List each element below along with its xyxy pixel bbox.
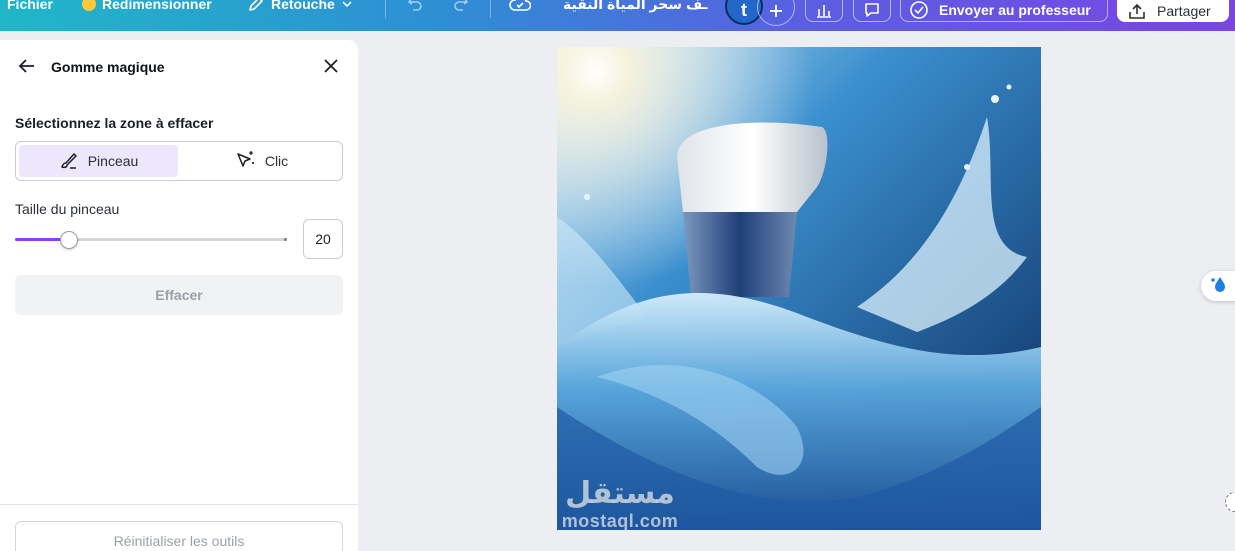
redo-icon: [452, 0, 470, 13]
share-label: Partager: [1157, 3, 1211, 19]
design-canvas-image[interactable]: [557, 47, 1041, 530]
brush-icon: [59, 150, 79, 173]
erase-button[interactable]: Effacer: [15, 275, 343, 315]
comment-icon: [863, 2, 881, 18]
back-button[interactable]: [16, 57, 38, 79]
file-menu-label: Fichier: [7, 0, 53, 12]
slider-thumb[interactable]: [60, 231, 78, 249]
edit-mode-dropdown[interactable]: Retouche: [247, 0, 353, 15]
reset-tools-button[interactable]: Réinitialiser les outils: [15, 521, 343, 551]
resize-label: Redimensionner: [102, 0, 212, 12]
water-filter-product-image: [557, 47, 1041, 530]
cloud-save-button[interactable]: [509, 0, 531, 15]
panel-title: Gomme magique: [51, 59, 165, 75]
undo-icon: [406, 0, 424, 13]
pencil-icon: [247, 0, 265, 13]
panel-divider: [0, 504, 358, 505]
brush-size-label: Taille du pinceau: [15, 201, 120, 217]
click-mode-label: Clic: [264, 153, 289, 169]
magic-water-floating-button[interactable]: [1201, 271, 1235, 301]
share-upload-icon: [1127, 2, 1147, 20]
undo-button[interactable]: [406, 0, 424, 15]
watermark-arabic: مستقل: [565, 476, 675, 511]
brush-size-slider[interactable]: [15, 231, 287, 249]
toolbar-divider: [490, 0, 491, 18]
click-mode-button[interactable]: Clic: [183, 145, 339, 177]
sparkle-drop-icon: [1209, 274, 1229, 299]
edge-handle[interactable]: [1225, 492, 1235, 512]
check-circle-icon: [909, 0, 929, 20]
edit-mode-label: Retouche: [271, 0, 335, 12]
panel-header: Gomme magique: [0, 40, 358, 94]
arrow-left-icon: [18, 57, 36, 80]
watermark-latin: mostaql.com: [561, 511, 679, 531]
avatar-initial: t: [741, 0, 747, 20]
add-collaborator-button[interactable]: [757, 0, 795, 26]
cloud-check-icon: [509, 0, 531, 13]
chevron-down-icon: [341, 0, 353, 10]
brush-size-input[interactable]: [303, 219, 343, 259]
send-to-teacher-label: Envoyer au professeur: [939, 2, 1091, 18]
insights-button[interactable]: [805, 0, 843, 22]
redo-button[interactable]: [452, 0, 470, 15]
magic-cursor-icon: [234, 149, 256, 174]
send-to-teacher-button[interactable]: Envoyer au professeur: [900, 0, 1108, 22]
erase-mode-toggle: Pinceau Clic: [15, 141, 343, 181]
document-title-text: ـف سحر المياة النقية: [563, 0, 708, 12]
brush-mode-label: Pinceau: [87, 153, 139, 169]
watermark: مستقل mostaql.com: [545, 477, 695, 537]
toolbar-divider: [385, 0, 386, 18]
top-toolbar: Fichier Redimensionner Retouche ـف سحر ا…: [0, 0, 1235, 31]
document-title[interactable]: ـف سحر المياة النقية: [563, 0, 707, 15]
share-button[interactable]: Partager: [1117, 0, 1229, 22]
file-menu[interactable]: Fichier: [7, 0, 53, 15]
comments-button[interactable]: [853, 0, 891, 22]
plus-icon: [768, 3, 784, 19]
crown-icon: [82, 0, 96, 11]
brush-mode-button[interactable]: Pinceau: [19, 145, 178, 177]
select-area-heading: Sélectionnez la zone à effacer: [15, 115, 214, 131]
close-panel-button[interactable]: [320, 57, 342, 79]
magic-eraser-panel: Gomme magique Sélectionnez la zone à eff…: [0, 40, 358, 551]
bar-chart-icon: [815, 2, 833, 18]
close-icon: [323, 58, 339, 79]
slider-end-dot: [284, 238, 287, 241]
resize-button[interactable]: Redimensionner: [82, 0, 212, 15]
